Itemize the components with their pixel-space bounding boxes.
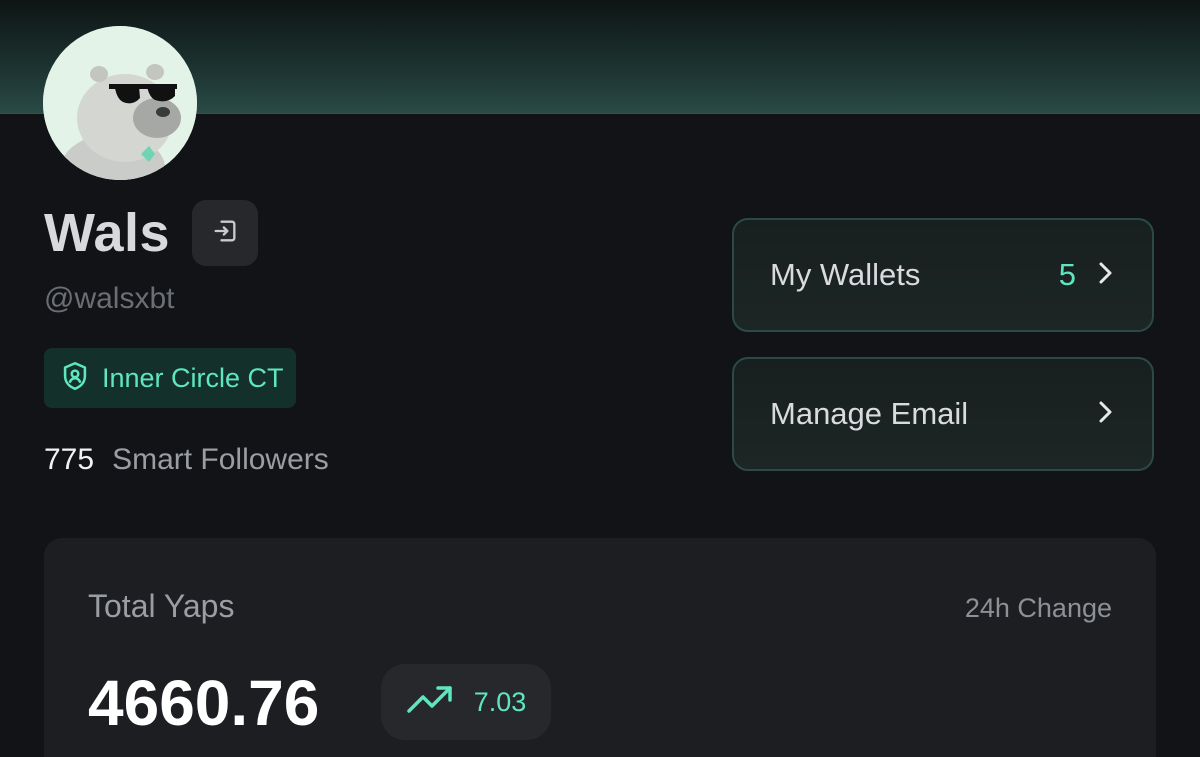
chevron-right-icon (1094, 260, 1116, 291)
inner-circle-badge: Inner Circle CT (44, 348, 296, 408)
badge-label: Inner Circle CT (102, 362, 284, 393)
profile-page: Wals @walsxbt Inner Circle CT 775 Smart … (0, 0, 1200, 757)
user-handle: @walsxbt (44, 282, 175, 315)
my-wallets-label: My Wallets (770, 257, 921, 292)
change-24h-pill: 7.03 (381, 664, 551, 740)
display-name: Wals (44, 203, 171, 263)
smart-followers-label: Smart Followers (112, 443, 329, 476)
trending-up-icon (406, 685, 456, 720)
name-row: Wals (44, 200, 259, 266)
change-24h-value: 7.03 (473, 686, 527, 717)
total-yaps-card: Total Yaps 24h Change 4660.76 7.03 (44, 538, 1156, 757)
my-wallets-button[interactable]: My Wallets 5 (732, 218, 1154, 332)
smart-followers: 775 Smart Followers (44, 443, 329, 477)
avatar[interactable] (43, 26, 197, 180)
logout-button[interactable] (192, 200, 259, 266)
total-yaps-title: Total Yaps (88, 588, 235, 624)
logout-icon (211, 217, 239, 250)
manage-email-button[interactable]: Manage Email (732, 357, 1154, 471)
total-yaps-value: 4660.76 (88, 667, 320, 739)
manage-email-label: Manage Email (770, 396, 969, 431)
chevron-right-icon (1094, 399, 1116, 430)
shield-user-icon (58, 359, 92, 398)
change-24h-label: 24h Change (964, 593, 1112, 623)
smart-followers-count: 775 (44, 443, 95, 476)
wallet-count: 5 (1058, 257, 1076, 292)
